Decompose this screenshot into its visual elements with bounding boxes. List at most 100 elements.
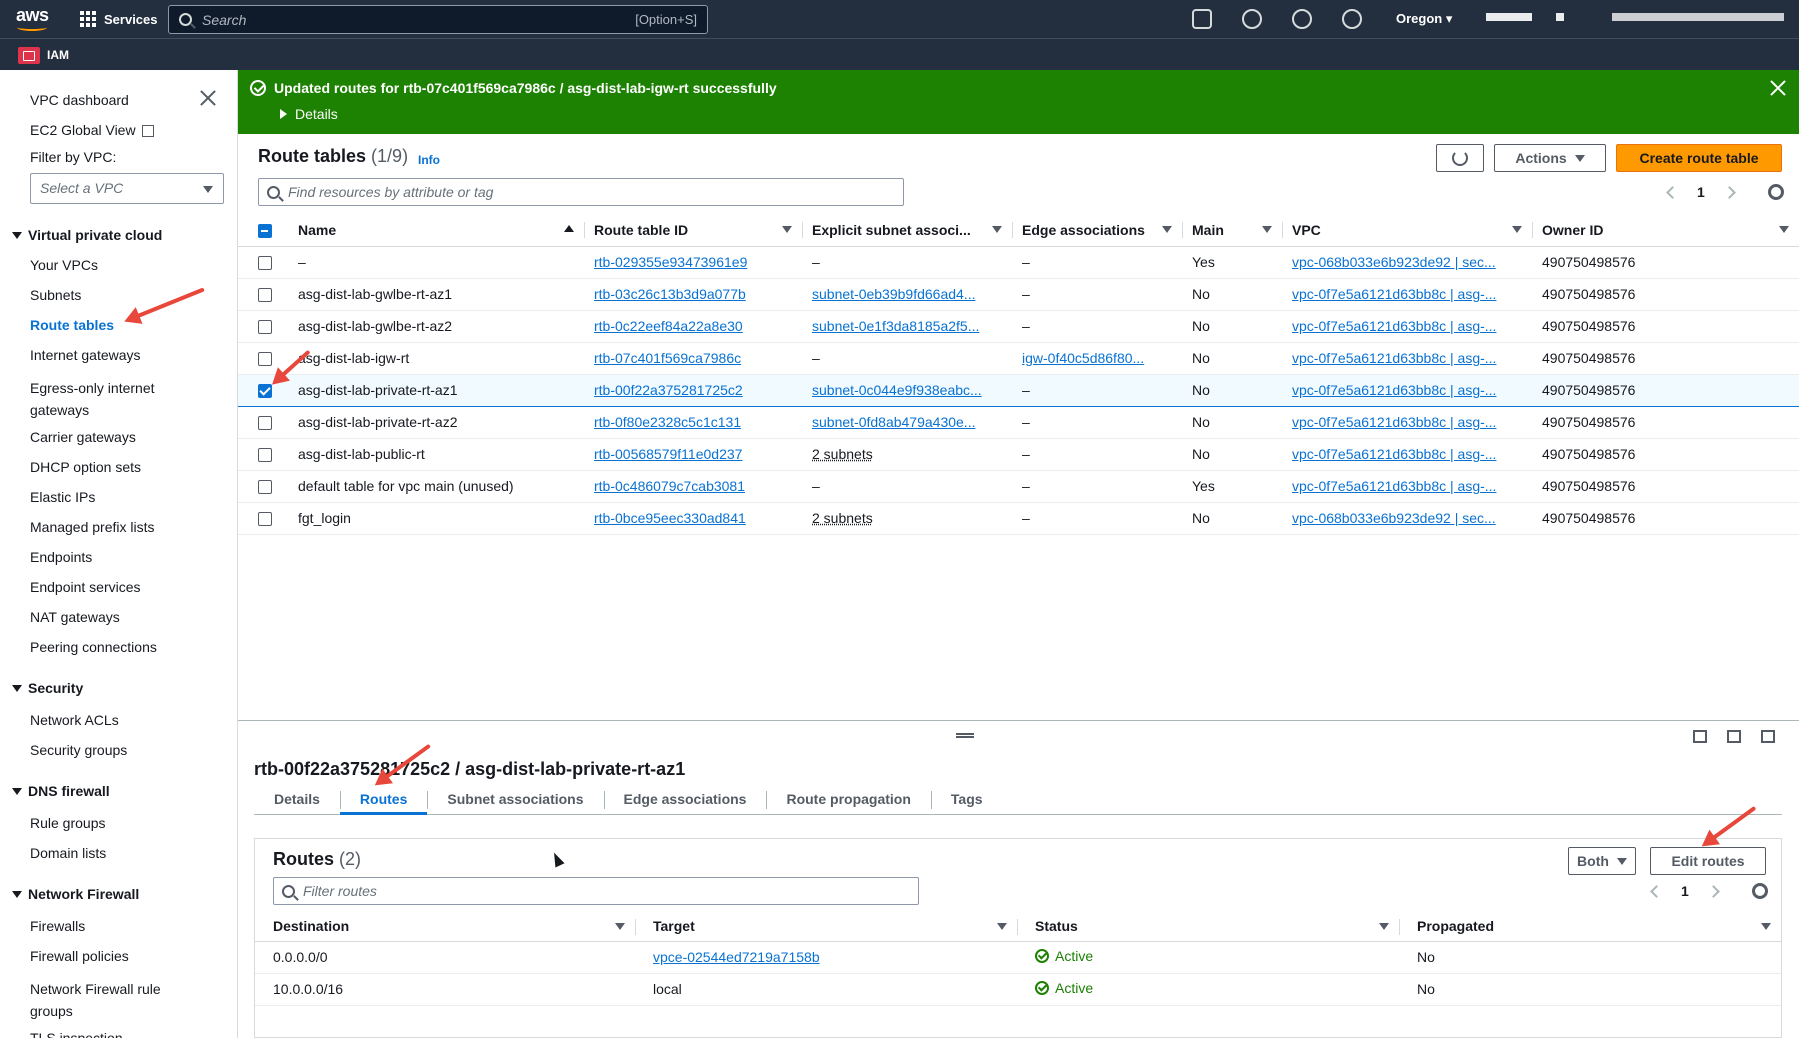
vpc-link[interactable]: vpc-068b033e6b923de92 | sec... (1292, 510, 1496, 526)
sidebar-item-vpc-dashboard[interactable]: VPC dashboard (30, 92, 129, 108)
resize-handle-icon[interactable] (956, 733, 974, 738)
sidebar-item-your-vpcs[interactable]: Your VPCs (30, 257, 98, 273)
subnet-association-link[interactable]: 2 subnets (812, 510, 873, 526)
services-menu[interactable]: Services (80, 11, 158, 27)
route-table-id-link[interactable]: rtb-029355e93473961e9 (594, 254, 747, 270)
page-number[interactable]: 1 (1697, 184, 1705, 200)
panel-full-icon[interactable] (1761, 730, 1775, 743)
target-link[interactable]: vpce-02544ed7219a7158b (653, 949, 820, 965)
route-table-id-link[interactable]: rtb-07c401f569ca7986c (594, 350, 741, 366)
redacted-account[interactable] (1486, 13, 1532, 21)
row-checkbox[interactable] (258, 256, 272, 271)
refresh-button[interactable] (1436, 144, 1484, 172)
flash-details-toggle[interactable]: Details (280, 106, 338, 122)
row-checkbox[interactable] (258, 352, 272, 367)
subnet-association-link[interactable]: subnet-0e1f3da8185a2f5... (812, 318, 979, 334)
row-checkbox-cell[interactable] (238, 406, 288, 439)
sidebar-item-peering-connections[interactable]: Peering connections (30, 639, 157, 655)
sidebar-item-tls-inspection[interactable]: TLS inspection (30, 1030, 123, 1038)
row-checkbox[interactable] (258, 448, 272, 463)
route-table-id-link[interactable]: rtb-0bce95eec330ad841 (594, 510, 746, 526)
tab-edge-associations[interactable]: Edge associations (603, 785, 767, 815)
table-row[interactable]: – rtb-029355e93473961e9– – Yes vpc-068b033e6… (238, 246, 1799, 279)
chevron-right-icon[interactable] (1722, 185, 1736, 199)
row-checkbox[interactable] (258, 480, 272, 495)
column-header-target[interactable]: Target (635, 911, 1017, 942)
sidebar-item-nat-gateways[interactable]: NAT gateways (30, 609, 120, 625)
select-all-checkbox-cell[interactable] (238, 214, 288, 247)
subnet-association-link[interactable]: subnet-0eb39b9fd66ad4... (812, 286, 975, 302)
panel-bottom-icon[interactable] (1693, 730, 1707, 743)
tab-subnet-associations[interactable]: Subnet associations (427, 785, 603, 815)
sidebar-item-domain-lists[interactable]: Domain lists (30, 845, 106, 861)
vpc-link[interactable]: vpc-0f7e5a6121d63bb8c | asg-... (1292, 446, 1496, 462)
sidebar-item-firewalls[interactable]: Firewalls (30, 918, 85, 934)
global-search-input[interactable]: Search [Option+S] (168, 5, 708, 34)
row-checkbox-cell[interactable] (238, 278, 288, 311)
table-row[interactable]: asg-dist-lab-gwlbe-rt-az1 rtb-03c26c13b3d… (238, 278, 1799, 311)
redacted-user[interactable] (1612, 13, 1784, 21)
column-header-destination[interactable]: Destination (255, 911, 635, 942)
vpc-link[interactable]: vpc-0f7e5a6121d63bb8c | asg-... (1292, 414, 1496, 430)
section-dns-firewall[interactable]: DNS firewall (12, 783, 110, 799)
panel-side-icon[interactable] (1727, 730, 1741, 743)
page-number[interactable]: 1 (1681, 883, 1689, 899)
row-checkbox-cell[interactable] (238, 470, 288, 503)
sidebar-item-internet-gateways[interactable]: Internet gateways (30, 347, 141, 363)
subnet-association-link[interactable]: subnet-0c044e9f938eabc... (812, 382, 982, 398)
aws-logo[interactable]: aws (16, 6, 50, 32)
edge-association-link[interactable]: igw-0f40c5d86f80... (1022, 350, 1144, 366)
tab-route-propagation[interactable]: Route propagation (766, 785, 930, 815)
row-checkbox[interactable] (258, 512, 272, 527)
row-checkbox[interactable] (258, 288, 272, 303)
sidebar-item-subnets[interactable]: Subnets (30, 287, 81, 303)
info-link[interactable]: Info (418, 153, 440, 167)
column-header-status[interactable]: Status (1017, 911, 1399, 942)
row-checkbox[interactable] (258, 416, 272, 431)
filter-routes-input[interactable]: Filter routes (273, 877, 919, 905)
table-row[interactable]: fgt_login rtb-0bce95eec330ad841 2 subnets –… (238, 502, 1799, 535)
column-header-route-table-id[interactable]: Route table ID (584, 214, 802, 247)
actions-button[interactable]: Actions (1494, 144, 1606, 172)
region-selector[interactable]: Oregon ▾ (1396, 11, 1452, 27)
column-header-edge-associations[interactable]: Edge associations (1012, 214, 1182, 247)
route-table-id-link[interactable]: rtb-0c486079c7cab3081 (594, 478, 745, 494)
help-icon[interactable] (1292, 9, 1312, 29)
tab-tags[interactable]: Tags (930, 785, 1003, 815)
section-security[interactable]: Security (12, 680, 83, 696)
sidebar-item-route-tables[interactable]: Route tables (30, 317, 114, 333)
row-checkbox[interactable] (258, 320, 272, 335)
vpc-filter-select[interactable]: Select a VPC (30, 173, 224, 204)
tab-details[interactable]: Details (254, 785, 340, 815)
vpc-link[interactable]: vpc-0f7e5a6121d63bb8c | asg-... (1292, 478, 1496, 494)
column-header-name[interactable]: Name (288, 214, 584, 247)
section-virtual-private-cloud[interactable]: Virtual private cloud (12, 227, 162, 243)
chevron-left-icon[interactable] (1666, 185, 1679, 199)
sidebar-item-elastic-ips[interactable]: Elastic IPs (30, 489, 95, 505)
table-row[interactable]: asg-dist-lab-public-rt rtb-00568579f11e0d… (238, 438, 1799, 471)
column-header-explicit-subnet[interactable]: Explicit subnet associ... (802, 214, 1012, 247)
table-row[interactable]: default table for vpc main (unused) rtb-0… (238, 470, 1799, 503)
row-checkbox-cell[interactable] (238, 438, 288, 471)
bell-icon[interactable] (1242, 9, 1262, 29)
route-table-id-link[interactable]: rtb-00568579f11e0d237 (594, 446, 742, 462)
column-header-owner-id[interactable]: Owner ID (1532, 214, 1799, 247)
vpc-link[interactable]: vpc-0f7e5a6121d63bb8c | asg-... (1292, 382, 1496, 398)
route-table-id-link[interactable]: rtb-0f80e2328c5c1c131 (594, 414, 741, 430)
settings-gear-icon[interactable] (1751, 883, 1768, 899)
table-row[interactable]: asg-dist-lab-gwlbe-rt-az2 rtb-0c22eef84a2… (238, 310, 1799, 343)
row-checkbox-cell[interactable] (238, 246, 288, 279)
vpc-link[interactable]: vpc-068b033e6b923de92 | sec... (1292, 254, 1496, 270)
sidebar-item-endpoint-services[interactable]: Endpoint services (30, 579, 141, 595)
sidebar-item-managed-prefix-lists[interactable]: Managed prefix lists (30, 519, 155, 535)
select-all-checkbox[interactable] (258, 223, 272, 238)
table-row[interactable]: asg-dist-lab-igw-rt rtb-07c401f569ca7986c… (238, 342, 1799, 375)
sidebar-item-ec2-global-view[interactable]: EC2 Global View (30, 122, 154, 138)
row-checkbox-cell[interactable] (238, 310, 288, 343)
find-resources-input[interactable]: Find resources by attribute or tag (258, 178, 904, 206)
table-row[interactable]: asg-dist-lab-private-rt-az1 rtb-00f22a375… (238, 373, 1799, 407)
vpc-link[interactable]: vpc-0f7e5a6121d63bb8c | asg-... (1292, 286, 1496, 302)
row-checkbox[interactable] (258, 384, 272, 399)
sidebar-item-network-firewall-rule-groups[interactable]: Network Firewall rule groups (30, 978, 180, 1022)
column-header-vpc[interactable]: VPC (1282, 214, 1532, 247)
